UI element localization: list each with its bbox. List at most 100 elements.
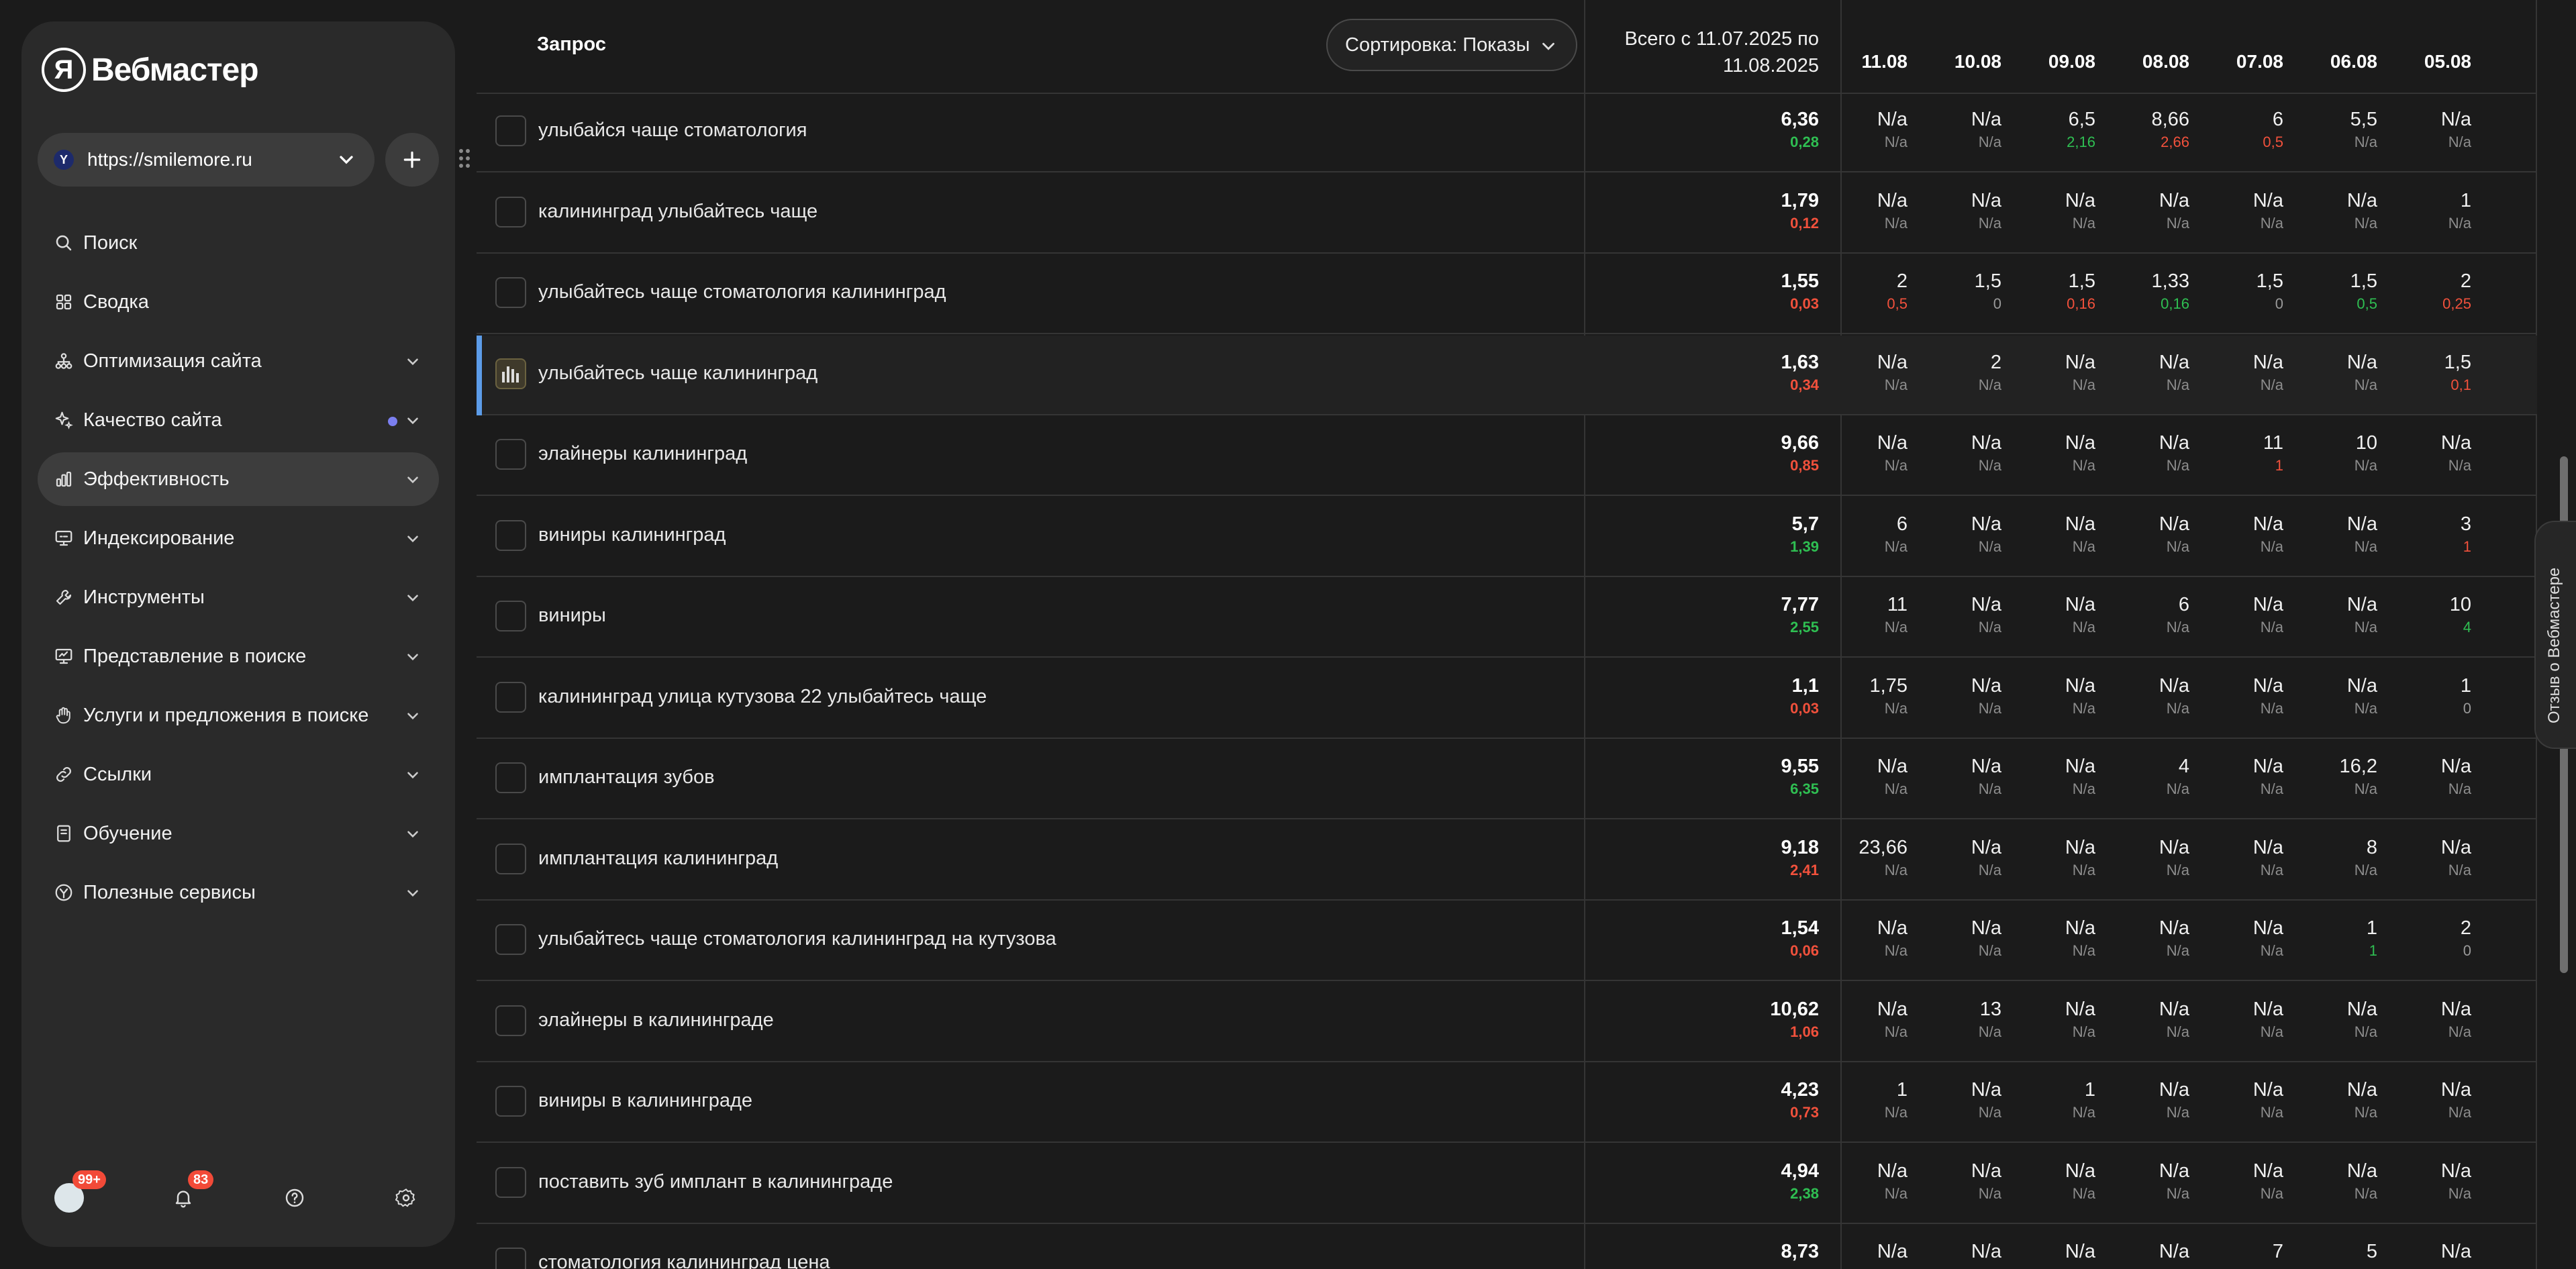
table-row[interactable]: стоматология калининград цена 8,73 N/a N/a N… — [477, 1225, 2537, 1269]
row-checkbox[interactable] — [495, 1248, 526, 1269]
nav-item-8[interactable]: Услуги и предложения в поиске — [38, 689, 439, 742]
table-row[interactable]: калининград улица кутузова 22 улыбайтесь… — [477, 659, 2537, 739]
feedback-tab[interactable]: Отзыв о Вебмастере — [2534, 521, 2576, 749]
nav-item-6[interactable]: Инструменты — [38, 570, 439, 624]
column-header-date[interactable]: 06.08 — [2297, 51, 2377, 72]
query-text[interactable]: виниры калининград — [538, 524, 726, 546]
day-value: N/a — [2346, 999, 2377, 1020]
day-value: N/a — [2346, 675, 2377, 697]
query-text[interactable]: улыбайся чаще стоматология — [538, 119, 807, 142]
day-cell: N/a N/a — [2015, 754, 2095, 800]
nav-item-2[interactable]: Оптимизация сайта — [38, 334, 439, 388]
day-cell: N/a N/a — [2109, 1159, 2189, 1205]
table-row[interactable]: улыбайся чаще стоматология 6,36 0,28 N/a N/a… — [477, 93, 2537, 172]
day-value: 2 — [2460, 917, 2471, 939]
nav-item-3[interactable]: Качество сайта — [38, 393, 439, 447]
column-header-date[interactable]: 09.08 — [2015, 51, 2095, 72]
table-row[interactable]: поставить зуб имплант в калининграде 4,94… — [477, 1144, 2537, 1224]
table-row[interactable]: улыбайтесь чаще стоматология калининград… — [477, 254, 2537, 334]
query-text[interactable]: улыбайтесь чаще калининград — [538, 362, 818, 385]
nav-item-0[interactable]: Поиск — [38, 216, 439, 270]
table-row[interactable]: виниры в калининграде 4,23 0,73 1 N/a N/a N/a 1… — [477, 1063, 2537, 1143]
column-header-date[interactable]: 07.08 — [2203, 51, 2283, 72]
day-value: N/a — [2065, 1241, 2095, 1262]
row-checkbox[interactable] — [495, 844, 526, 874]
query-text[interactable]: имплантация калининград — [538, 848, 778, 870]
day-delta: N/a — [2166, 1023, 2189, 1040]
sort-dropdown[interactable]: Сортировка: Показы — [1326, 19, 1577, 71]
nav-item-11[interactable]: Полезные сервисы — [38, 866, 439, 919]
column-header-date[interactable]: 05.08 — [2391, 51, 2471, 72]
day-cell: N/a N/a — [1921, 593, 2001, 638]
table-row[interactable]: улыбайтесь чаще стоматология калининград… — [477, 901, 2537, 981]
query-text[interactable]: улыбайтесь чаще стоматология калининград… — [538, 928, 1056, 950]
row-checkbox[interactable] — [495, 1005, 526, 1036]
query-text[interactable]: элайнеры в калининграде — [538, 1009, 774, 1031]
nav-item-9[interactable]: Ссылки — [38, 748, 439, 801]
logo[interactable]: Я Вебмастер — [42, 44, 259, 95]
query-text[interactable]: улыбайтесь чаще стоматология калининград — [538, 281, 946, 303]
table-row[interactable]: элайнеры калининград 9,66 0,85 N/a N/a N/a N/a… — [477, 416, 2537, 496]
drag-handle-icon[interactable] — [458, 148, 471, 169]
nav-item-1[interactable]: Сводка — [38, 275, 439, 329]
query-text[interactable]: имплантация зубов — [538, 766, 715, 789]
row-checkbox[interactable] — [495, 682, 526, 713]
help-button[interactable] — [278, 1181, 311, 1215]
table-row[interactable]: элайнеры в калининграде 10,62 1,06 N/a N/a 13… — [477, 982, 2537, 1062]
table-row[interactable]: имплантация калининград 9,18 2,41 23,66 N/a N… — [477, 821, 2537, 901]
day-value: N/a — [2065, 999, 2095, 1020]
nav-item-10[interactable]: Обучение — [38, 807, 439, 860]
day-value: N/a — [2159, 917, 2189, 939]
day-value: 10 — [2355, 432, 2377, 454]
gear-icon — [395, 1188, 415, 1207]
day-cell: 11 N/a — [1827, 593, 1908, 638]
notifications-button[interactable]: 83 — [166, 1170, 214, 1215]
total-cell: 1,79 0,12 — [1584, 189, 1819, 234]
column-header-total[interactable]: Всего с 11.07.2025 по 11.08.2025 — [1584, 26, 1819, 79]
row-checkbox[interactable] — [495, 115, 526, 146]
day-cell: 2 N/a — [1921, 350, 2001, 396]
row-chart-toggle[interactable] — [495, 358, 526, 389]
row-checkbox[interactable] — [495, 924, 526, 955]
table-row[interactable]: виниры калининград 5,7 1,39 6 N/a N/a N/a N/a N/… — [477, 497, 2537, 577]
day-value: N/a — [1877, 1241, 1908, 1262]
row-checkbox[interactable] — [495, 197, 526, 227]
row-checkbox[interactable] — [495, 520, 526, 551]
day-value: 1,5 — [2256, 270, 2283, 292]
column-header-date[interactable]: 08.08 — [2109, 51, 2189, 72]
nav-item-7[interactable]: Представление в поиске — [38, 629, 439, 683]
column-header-date[interactable]: 11.08 — [1827, 51, 1908, 72]
row-checkbox[interactable] — [495, 1167, 526, 1198]
day-cell: N/a N/a — [1921, 754, 2001, 800]
query-text[interactable]: виниры в калининграде — [538, 1090, 752, 1112]
query-text[interactable]: стоматология калининград цена — [538, 1252, 830, 1269]
user-avatar-button[interactable]: 99+ — [52, 1170, 106, 1215]
row-checkbox[interactable] — [495, 601, 526, 631]
query-text[interactable]: поставить зуб имплант в калининграде — [538, 1171, 893, 1193]
add-site-button[interactable] — [385, 133, 439, 187]
row-checkbox[interactable] — [495, 277, 526, 308]
row-checkbox[interactable] — [495, 1086, 526, 1117]
query-text[interactable]: элайнеры калининград — [538, 443, 747, 465]
table-row[interactable]: имплантация зубов 9,55 6,35 N/a N/a N/a N/a N/a… — [477, 740, 2537, 819]
day-value: N/a — [2065, 432, 2095, 454]
table-row[interactable]: калининград улыбайтесь чаще 1,79 0,12 N/a N/… — [477, 174, 2537, 254]
row-checkbox[interactable] — [495, 762, 526, 793]
day-value: N/a — [1877, 190, 1908, 211]
query-text[interactable]: калининград улица кутузова 22 улыбайтесь… — [538, 686, 987, 708]
day-value: 2 — [1990, 352, 2001, 373]
column-header-date[interactable]: 10.08 — [1921, 51, 2001, 72]
table-row[interactable]: виниры 7,77 2,55 11 N/a N/a N/a N/a N/a 6 N/a N/a N/… — [477, 578, 2537, 658]
nav-item-4[interactable]: Эффективность — [38, 452, 439, 506]
day-delta: N/a — [2260, 376, 2283, 393]
query-text[interactable]: виниры — [538, 605, 606, 627]
site-selector[interactable]: Y https://smilemore.ru — [38, 133, 375, 187]
day-value: N/a — [2346, 352, 2377, 373]
row-checkbox[interactable] — [495, 439, 526, 470]
day-value: N/a — [1877, 999, 1908, 1020]
settings-button[interactable] — [389, 1181, 423, 1215]
query-text[interactable]: калининград улыбайтесь чаще — [538, 201, 818, 223]
day-cell: 11 1 — [2203, 431, 2283, 476]
table-row[interactable]: улыбайтесь чаще калининград 1,63 0,34 N/a N/… — [477, 336, 2537, 415]
nav-item-5[interactable]: Индексирование — [38, 511, 439, 565]
